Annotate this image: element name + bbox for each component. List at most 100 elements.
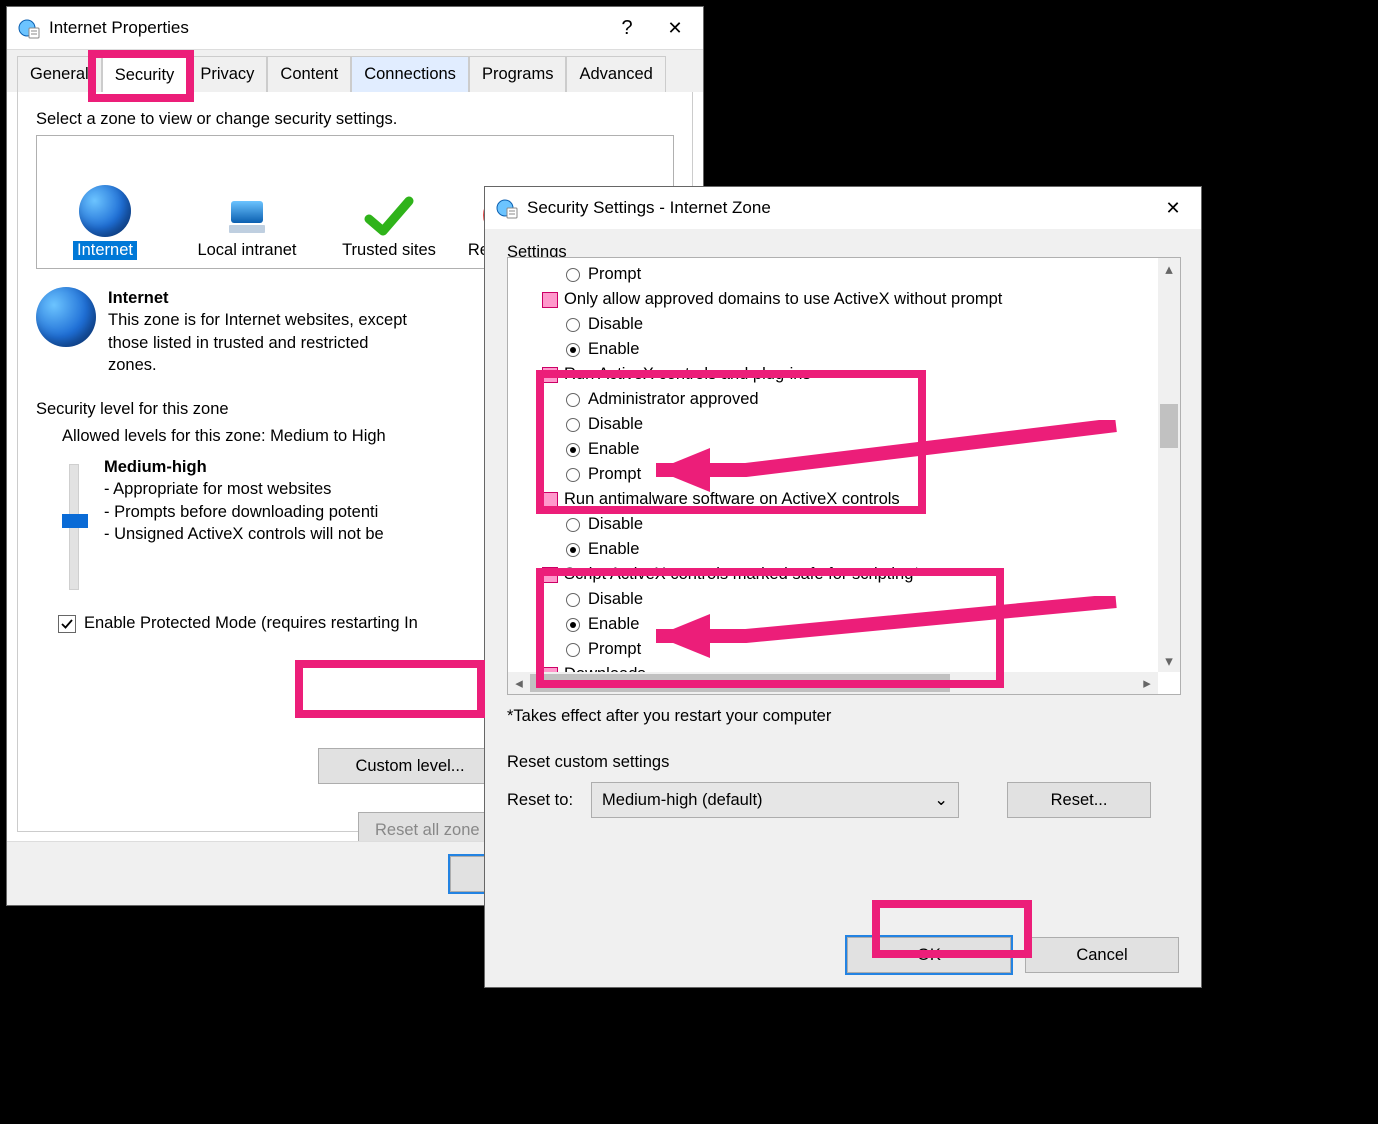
restart-footnote: *Takes effect after you restart your com… xyxy=(507,707,831,726)
tree-node-label: Enable xyxy=(588,540,639,559)
tree-node-label: Disable xyxy=(588,515,643,534)
level-bullet: - Appropriate for most websites xyxy=(104,478,384,500)
horizontal-scrollbar[interactable] xyxy=(508,672,1158,694)
tab-privacy[interactable]: Privacy xyxy=(187,56,267,92)
tree-radio-option[interactable]: Enable xyxy=(508,437,1158,462)
close-button[interactable]: ✕ xyxy=(651,10,699,46)
tree-radio-option[interactable]: Disable xyxy=(508,412,1158,437)
tab-strip: General Security Privacy Content Connect… xyxy=(7,49,703,92)
tree-radio-option[interactable]: Administrator approved xyxy=(508,387,1158,412)
protected-mode-checkbox[interactable] xyxy=(58,615,76,633)
tree-heading: Run antimalware software on ActiveX cont… xyxy=(508,487,1158,512)
tree-radio-option[interactable]: Prompt xyxy=(508,637,1158,662)
help-button[interactable]: ? xyxy=(603,10,651,46)
radio-icon xyxy=(566,268,580,282)
slider-thumb[interactable] xyxy=(62,514,88,528)
titlebar: Internet Properties ? ✕ xyxy=(7,7,703,49)
checkmark-icon xyxy=(363,193,415,237)
radio-icon xyxy=(566,318,580,332)
tree-node-label: Script ActiveX controls marked safe for … xyxy=(564,565,920,584)
vertical-scrollbar[interactable] xyxy=(1158,258,1180,672)
radio-icon xyxy=(566,593,580,607)
tree-heading: Run ActiveX controls and plug-ins xyxy=(508,362,1158,387)
protected-mode-label: Enable Protected Mode (requires restarti… xyxy=(84,614,418,633)
zone-internet[interactable]: Internet xyxy=(43,185,167,260)
radio-icon xyxy=(566,643,580,657)
activex-category-icon xyxy=(542,367,558,383)
tree-viewport: Prompt Only allow approved domains to use… xyxy=(508,258,1158,672)
zone-label: Local intranet xyxy=(197,241,296,260)
scroll-left-icon[interactable]: ◂ xyxy=(508,672,530,694)
activex-category-icon xyxy=(542,292,558,308)
scroll-thumb[interactable] xyxy=(530,674,950,692)
tree-node-label: Prompt xyxy=(588,640,641,659)
reset-to-label: Reset to: xyxy=(507,791,573,810)
tree-radio-option[interactable]: Enable xyxy=(508,537,1158,562)
titlebar: Security Settings - Internet Zone ✕ xyxy=(485,187,1201,229)
zone-label: Internet xyxy=(73,241,137,260)
activex-category-icon xyxy=(542,567,558,583)
radio-icon xyxy=(566,343,580,357)
tree-radio-option[interactable]: Enable xyxy=(508,337,1158,362)
tree-radio-option[interactable]: Prompt xyxy=(508,462,1158,487)
tab-content[interactable]: Content xyxy=(267,56,351,92)
security-level-slider[interactable] xyxy=(62,456,80,596)
tree-radio-option[interactable]: Enable xyxy=(508,612,1158,637)
ok-button[interactable]: OK xyxy=(847,937,1011,973)
intranet-icon xyxy=(221,197,273,237)
tab-connections[interactable]: Connections xyxy=(351,56,469,92)
zone-desc-title: Internet xyxy=(108,287,408,309)
cancel-button[interactable]: Cancel xyxy=(1025,937,1179,973)
zone-trusted[interactable]: Trusted sites xyxy=(327,193,451,260)
scroll-right-icon[interactable]: ▸ xyxy=(1136,672,1158,694)
tree-radio-option[interactable]: Disable xyxy=(508,512,1158,537)
close-button[interactable]: ✕ xyxy=(1149,190,1197,226)
tree-node-label: Prompt xyxy=(588,465,641,484)
activex-category-icon xyxy=(542,492,558,508)
tree-radio-option[interactable]: Disable xyxy=(508,587,1158,612)
tree-node-label: Administrator approved xyxy=(588,390,759,409)
security-settings-window: Security Settings - Internet Zone ✕ Sett… xyxy=(484,186,1202,988)
tab-programs[interactable]: Programs xyxy=(469,56,567,92)
tree-node-label: Enable xyxy=(588,615,639,634)
globe-icon xyxy=(36,287,96,347)
globe-icon xyxy=(79,185,131,237)
tree-radio-option[interactable]: Prompt xyxy=(508,262,1158,287)
tree-radio-option[interactable]: Disable xyxy=(508,312,1158,337)
window-title: Internet Properties xyxy=(49,18,603,38)
tab-advanced[interactable]: Advanced xyxy=(566,56,665,92)
inet-options-icon xyxy=(495,196,519,220)
zone-hint: Select a zone to view or change security… xyxy=(36,110,674,129)
scroll-down-icon[interactable]: ▾ xyxy=(1158,650,1180,672)
scroll-thumb[interactable] xyxy=(1160,404,1178,448)
zone-local-intranet[interactable]: Local intranet xyxy=(185,197,309,260)
tree-node-label: Disable xyxy=(588,415,643,434)
tree-node-label: Disable xyxy=(588,315,643,334)
scroll-up-icon[interactable]: ▴ xyxy=(1158,258,1180,280)
reset-group-label: Reset custom settings xyxy=(507,753,1151,772)
tab-general[interactable]: General xyxy=(17,56,102,92)
reset-button[interactable]: Reset... xyxy=(1007,782,1151,818)
tree-node-label: Only allow approved domains to use Activ… xyxy=(564,290,1002,309)
tree-node-label: Enable xyxy=(588,340,639,359)
tree-node-label: Downloads xyxy=(564,665,646,672)
security-level-info: Medium-high - Appropriate for most websi… xyxy=(104,456,384,596)
radio-icon xyxy=(566,618,580,632)
chevron-down-icon: ⌄ xyxy=(934,790,948,810)
level-bullet: - Unsigned ActiveX controls will not be xyxy=(104,523,384,545)
tab-security[interactable]: Security xyxy=(102,57,188,93)
inet-options-icon xyxy=(17,16,41,40)
custom-level-button[interactable]: Custom level... xyxy=(318,748,502,784)
dialog-footer: OK Cancel xyxy=(485,923,1201,987)
radio-icon xyxy=(566,418,580,432)
radio-icon xyxy=(566,468,580,482)
reset-to-select[interactable]: Medium-high (default) ⌄ xyxy=(591,782,959,818)
tree-heading: Downloads xyxy=(508,662,1158,672)
level-bullet: - Prompts before downloading potenti xyxy=(104,501,384,523)
reset-custom-settings-group: Reset custom settings Reset to: Medium-h… xyxy=(507,753,1151,818)
tree-node-label: Enable xyxy=(588,440,639,459)
tree-node-label: Run antimalware software on ActiveX cont… xyxy=(564,490,900,509)
radio-icon xyxy=(566,443,580,457)
zone-desc-body: This zone is for Internet websites, exce… xyxy=(108,309,408,376)
tree-node-label: Disable xyxy=(588,590,643,609)
